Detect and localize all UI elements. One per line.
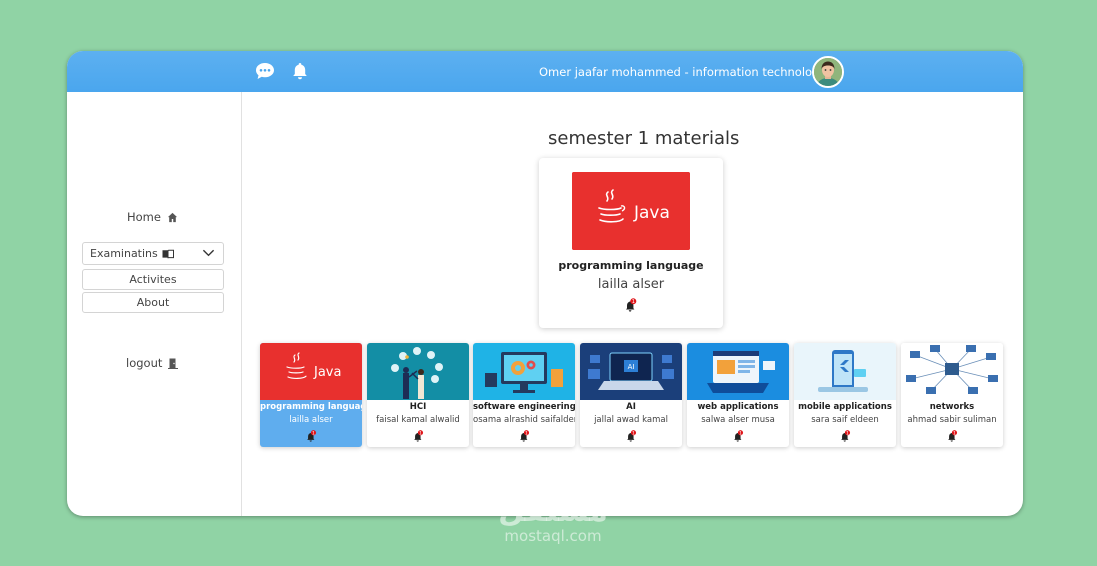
java-logo-text: Java [313, 365, 341, 380]
book-icon [162, 249, 174, 258]
course-teacher: jallal awad kamal [594, 415, 668, 425]
course-title: HCI [409, 402, 427, 412]
course-teacher: ahmad sabir suliman [907, 415, 997, 425]
course-title: AI [626, 402, 636, 412]
notification-badge: 1 [632, 299, 635, 305]
course-card-ai[interactable]: AI AI jallal awad kamal 1 [580, 343, 682, 447]
examinations-label: Examinatins [90, 247, 158, 260]
sidebar: Home Examinatins Activites About logout [67, 92, 242, 516]
sidebar-item-examinations[interactable]: Examinatins [82, 242, 224, 265]
computer-network [901, 343, 1003, 400]
user-name-program: Omer jaafar mohammed - information techn… [539, 65, 838, 79]
chevron-down-icon[interactable] [202, 248, 215, 258]
notification-badge: 1 [846, 430, 849, 436]
notification-badge: 1 [525, 430, 528, 436]
notification-badge: 1 [632, 430, 635, 436]
web-browser-window [687, 343, 789, 400]
course-card-programming-language[interactable]: Java programming language lailla alser 1 [260, 343, 362, 447]
notification-bell-icon[interactable]: 1 [519, 430, 530, 442]
course-teacher: faisal kamal alwalid [376, 415, 460, 425]
home-label: Home [127, 210, 161, 224]
course-teacher: salwa alser musa [701, 415, 775, 425]
logout-label: logout [126, 356, 163, 370]
java-logo: Java [572, 172, 690, 250]
featured-course-card[interactable]: Java programming language lailla alser 1 [539, 158, 723, 328]
sidebar-item-logout[interactable]: logout [126, 356, 179, 370]
chat-icon[interactable] [255, 61, 275, 81]
notification-badge: 1 [739, 430, 742, 436]
watermark-arabic: مستقل [498, 494, 608, 529]
course-title: networks [929, 402, 975, 412]
mobile-phone-app [794, 343, 896, 400]
hci-people-illustration [367, 343, 469, 400]
home-icon [167, 212, 178, 222]
bell-icon[interactable] [290, 61, 310, 81]
course-teacher: sara saif eldeen [811, 415, 879, 425]
course-title: software engineering [473, 402, 575, 412]
app-window: Omer jaafar mohammed - information techn… [67, 51, 1023, 516]
notification-badge: 1 [953, 430, 956, 436]
notification-bell-icon[interactable]: 1 [733, 430, 744, 442]
java-logo: Java [260, 343, 362, 400]
featured-course-title: programming language [558, 259, 704, 272]
ai-laptop: AI [580, 343, 682, 400]
notification-bell-icon[interactable]: 1 [413, 430, 424, 442]
course-card-software-engineering[interactable]: software engineering osama alrashid saif… [473, 343, 575, 447]
java-logo-text: Java [633, 203, 670, 223]
notification-bell-icon[interactable]: 1 [306, 430, 317, 442]
notification-bell-icon[interactable]: 1 [947, 430, 958, 442]
notification-badge: 1 [419, 430, 422, 436]
sidebar-item-activities[interactable]: Activites [82, 269, 224, 290]
user-avatar[interactable] [812, 56, 844, 88]
course-card-web-applications[interactable]: web applications salwa alser musa 1 [687, 343, 789, 447]
notification-bell-icon[interactable]: 1 [626, 430, 637, 442]
course-title: programming language [260, 402, 362, 412]
avatar-portrait-icon [814, 58, 842, 86]
course-card-mobile-applications[interactable]: mobile applications sara saif eldeen 1 [794, 343, 896, 447]
course-title: mobile applications [798, 402, 892, 412]
course-title: web applications [697, 402, 779, 412]
sidebar-item-about[interactable]: About [82, 292, 224, 313]
mostaql-watermark: مستقل mostaql.com [483, 494, 623, 546]
course-teacher: lailla alser [289, 415, 333, 425]
watermark-latin: mostaql.com [504, 527, 602, 545]
sidebar-item-home[interactable]: Home [127, 210, 178, 224]
notification-bell-icon[interactable]: 1 [840, 430, 851, 442]
featured-course-teacher: lailla alser [597, 277, 665, 292]
course-teacher: osama alrashid saifalden [473, 415, 575, 425]
course-card-networks[interactable]: networks ahmad sabir suliman 1 [901, 343, 1003, 447]
notification-badge: 1 [312, 430, 315, 436]
top-navbar: Omer jaafar mohammed - information techn… [67, 51, 1023, 92]
course-card-hci[interactable]: HCI faisal kamal alwalid 1 [367, 343, 469, 447]
notification-bell-icon[interactable]: 1 [625, 298, 637, 312]
page-title: semester 1 materials [548, 128, 740, 149]
software-engineering-monitor [473, 343, 575, 400]
door-icon [168, 358, 179, 369]
svg-text:AI: AI [628, 363, 635, 371]
